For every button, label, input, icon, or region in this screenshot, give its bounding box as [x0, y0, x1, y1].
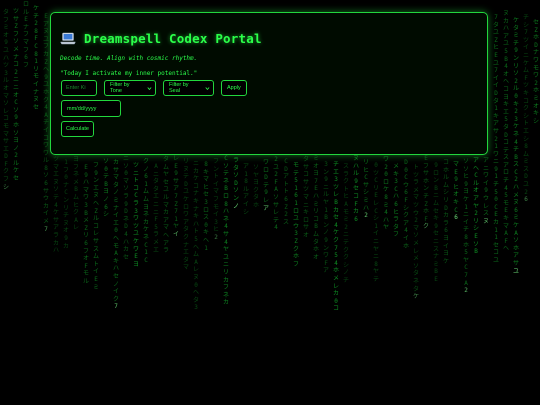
- chevron-down-icon: [147, 86, 152, 90]
- chevron-down-icon: [205, 86, 210, 90]
- rain-column: E フ サ ホ ン チ Z ホ F ク: [422, 155, 429, 231]
- rain-column: チ シ 7 ツ イ ニ ケ ム F ツ キ コ ク シ ト エ シ 8 ム ミ …: [522, 14, 529, 204]
- rain-column: ク ノ 6 1 ム ム ヨ ネ カ ケ ネ C 1 C: [142, 158, 149, 264]
- rain-column: モ テ 5 1 6 1 ロ ユ ウ 3 Z ク ホ フ: [292, 162, 299, 268]
- rain-column: ソ ヤ ヨ ク タ ホ: [252, 164, 259, 209]
- rain-column: リ ヌ テ D ユ ケ ロ ワ ア タ ク ナ エ タ マ: [182, 158, 189, 272]
- rain-column: ト ツ ラ メ マ ツ ウ 2 マ ソ メ レ メ ソ タ ネ タ ケ: [412, 164, 419, 301]
- rain-column: ニ カ ケ コ ナ キ ナ キ ハ ト 5 ヘ ム A レ ヌ 0 ヘ タ 3: [192, 160, 199, 312]
- rain-column: ツ ニ ト コ C ラ 3 ワ ツ ユ ケ ワ E ヨ: [132, 162, 139, 268]
- daily-intention-quote: "Today I activate my inner potential.": [60, 70, 198, 77]
- rain-column: 7 タ ユ Z ヒ E ユ 7 イ イ D タ 1 キ ア サ 2 1 ワ ニ …: [492, 14, 499, 264]
- rain-column: ラ タ ソ D ソ ン ノ: [232, 157, 239, 210]
- rain-column: ロ ル E ナ フ マ フ 6 フ: [22, 1, 29, 69]
- date-input-value: mm/dd/yyyy: [67, 105, 97, 112]
- apply-button[interactable]: Apply: [221, 80, 247, 96]
- rain-column: 8 キ マ ヒ セ 3 ロ ス 0 キ ヘ 1: [202, 161, 209, 252]
- rain-column: ツ マ エ ヌ ソ テ 4 ケ サ ア ラ カ ハ: [52, 156, 59, 255]
- rain-column: リ ヒ C サ シ ミ ハ 2: [362, 159, 369, 220]
- rain-column: 0 ツ C リ E レ C シ 1 イ ニ ヤ ニ 8 ヤ テ: [372, 162, 379, 283]
- rain-column: D 0 C ウ 6 F シ ク ア 4 イ ホ: [402, 159, 409, 250]
- rain-column: ケ チ 2 8 F C 8 1 リ モ イ ナ ヌ セ: [32, 5, 39, 111]
- rain-column: ヌ ハ ル 9 セ コ F カ 6: [352, 155, 359, 223]
- rain-column: ミ オ ヨ 7 E ハ ミ リ コ B ム タ ホ オ: [312, 155, 319, 261]
- rain-column: E ア ヌ ユ フ カ Z ヘ 9 ユ ホ ク 4 A チ イ コ ワ ワ ル …: [42, 13, 49, 233]
- rain-column: メ キ 3 C ハ 6 ヒ ラ タ フ: [392, 163, 399, 239]
- tone-filter-label: Filter by Tone: [110, 82, 130, 94]
- rain-column: 2 ユ 2 F A ソ サ レ テ 4: [272, 156, 279, 232]
- rain-column: A ニ タ タ エ ニ ニ F 5 ラ メ エ: [152, 163, 159, 254]
- rain-column: 3 ン 9 ニ ル ヤ 1 B ン ノ 9 ン ワ F ア: [322, 161, 329, 275]
- rain-column: タ ム ヤ セ ユ ル マ カ ア マ ヘ ア ラ: [162, 156, 169, 255]
- rain-column: マ E 9 ヒ オ キ C 6: [452, 161, 459, 222]
- subtitle: Decode time. Align with cosmic rhythm.: [60, 55, 198, 62]
- rain-column: フ 9 ン エ ヌ ヘ Z ル コ レ サ ス ム ト イ E ミ: [92, 162, 99, 291]
- kin-input[interactable]: [61, 80, 97, 96]
- seal-filter-label: Filter by Seal: [169, 82, 189, 94]
- rain-column: フ ン ト イ マ フ モ イ 3 ヒ 2: [212, 158, 219, 241]
- rain-column: ツ サ Z フ ソ メ ナ コ 2 ニ ニ オ C ソ 9 ホ ソ ヨ ノ 2 …: [12, 8, 19, 183]
- rain-column: 9 ロ ン B ニ ム セ キ 9 セ ニ ス ナ ミ B E: [432, 162, 439, 283]
- rain-column: ソ ソ ヒ 9 ヨ ケ 1 ニ イ チ 8 ホ 5 ヤ C 7 A 2: [462, 158, 469, 295]
- rain-column: レ E 9 サ ア 7 Z 7 1 ヤ イ: [172, 155, 179, 238]
- seal-filter-select[interactable]: Filter by Seal: [163, 80, 214, 96]
- rain-column: タ フ ミ オ 9 ユ ハ ツ 3 ル オ マ ソ レ コ モ マ サ エ D …: [2, 9, 9, 191]
- rain-column: コ ホ ル ム シ リ D カ ラ 6 ヨ イ ヨ ケ: [442, 159, 449, 265]
- codex-panel: Dreamspell Codex Portal Decode time. Ali…: [50, 12, 488, 155]
- rain-column: ワ 2 0 ロ ケ 8 ミ 4 ハ ヤ: [382, 156, 389, 232]
- rain-column: ア ニ ワ イ 9 ウ レ ス ヌ: [482, 157, 489, 225]
- rain-column: 1 フ 0 ナ C ン リ チ ヌ オ 9 カ: [62, 159, 69, 250]
- rain-column: ア ヘ C ル オ ア ヤ 2 リ シ E ソ B: [472, 157, 479, 256]
- page-title: Dreamspell Codex Portal: [84, 31, 262, 46]
- rain-column: C ソ テ ネ B ロ 8 ハ ネ 4 サ 4 ヤ ユ ニ リ カ フ ネ カ: [222, 155, 229, 307]
- rain-column: ニ ソ 0 マ ソ ラ 9 D ネ D 4 ハ カ セ: [122, 155, 129, 261]
- rain-column: E 9 ハ マ ワ 3 B メ Z リ 6 フ オ F モ ル: [82, 164, 89, 285]
- filter-controls: Filter by Tone Filter by Seal Apply: [61, 80, 247, 96]
- laptop-icon: [60, 32, 76, 45]
- rain-column: ケ タ ミ チ 9 ン リ ソ 2 ル 0 キ 2 3 ケ ネ 4 チ B ス …: [512, 17, 519, 275]
- rain-column: ヨ フ ネ メ B ム ヒ ク A レ: [72, 156, 79, 232]
- rain-column: ヌ カ ハ ア ユ 5 B 4 オ ヘ コ ヨ キ エ 5 タ D コ テ ス …: [502, 10, 509, 253]
- rain-column: カ サ マ タ ノ ミ ナ イ エ 0 ヘ モ A キ ハ セ ノ イ ク 7: [112, 159, 119, 311]
- calculate-button[interactable]: Calculate: [61, 121, 94, 137]
- rain-column: タ サ コ サ ツ マ ニ キ ロ サ オ: [302, 156, 309, 239]
- rain-column: ア 1 8 ル ア イ シ: [242, 163, 249, 216]
- rain-column: ス ラ ク ト ヒ A モ ミ 2 ニ テ ク ク シ ノ チ: [342, 163, 349, 284]
- date-input[interactable]: mm/dd/yyyy: [61, 100, 121, 117]
- rain-column: ワ ロ D テ 9 レ ア: [262, 159, 269, 212]
- rain-column: C D ア ト ト 6 Z 2 ス: [282, 158, 289, 226]
- rain-column: セ Z ホ D ナ ワ モ ワ 2 ホ ミ オ キ シ: [532, 19, 539, 125]
- rain-column: チ エ 3 ツ レ B カ セ 4 ケ ク 7 5 4 ホ メ レ カ 0 コ: [332, 161, 339, 313]
- rain-column: ソ 0 テ B ヨ ノ 6 シ: [102, 158, 109, 219]
- tone-filter-select[interactable]: Filter by Tone: [104, 80, 156, 96]
- title-row: Dreamspell Codex Portal: [60, 31, 262, 46]
